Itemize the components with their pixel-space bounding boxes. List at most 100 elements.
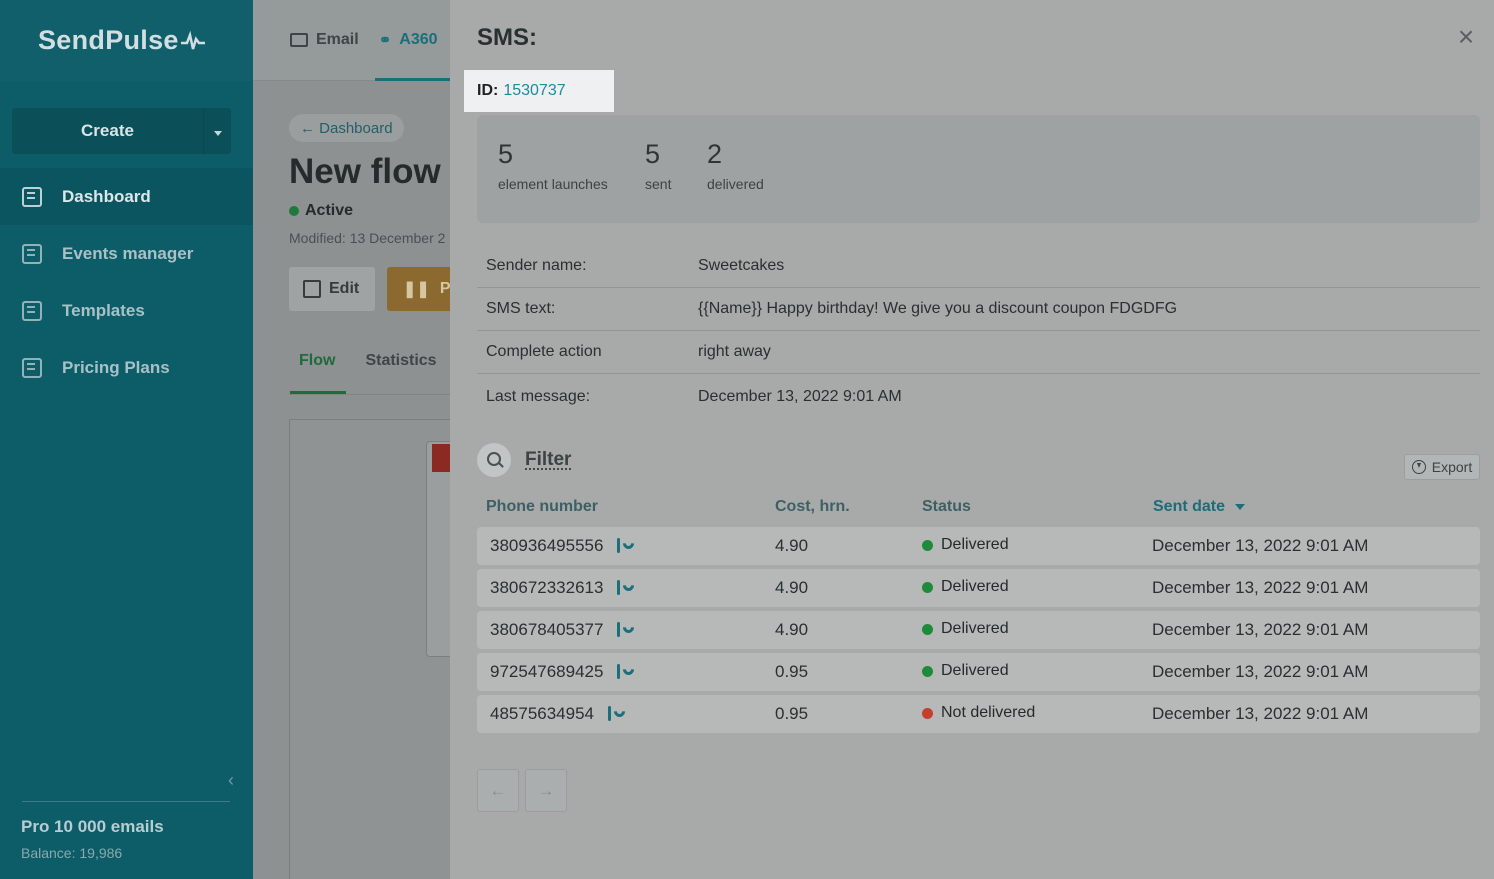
table-row: 380678405377 4.90 Delivered December 13,… (477, 611, 1480, 649)
table-row: 380936495556 4.90 Delivered December 13,… (477, 527, 1480, 565)
edit-button[interactable]: Edit (289, 267, 375, 311)
sidebar-item-templates[interactable]: Templates (0, 282, 253, 339)
status-label: Delivered (941, 536, 1009, 553)
flow-icon: ⚭ (378, 32, 392, 49)
panel-title: SMS: (477, 24, 537, 51)
cell-phone: 48575634954 (490, 704, 622, 724)
sidebar-item-label: Pricing Plans (62, 357, 170, 377)
main-tabs: Flow Statistics (289, 352, 437, 370)
flow-branch-icon[interactable] (615, 621, 631, 639)
table-row: 48575634954 0.95 Not delivered December … (477, 695, 1480, 733)
cell-phone: 972547689425 (490, 662, 631, 682)
stat-label: element launches (498, 176, 608, 192)
status-dot (289, 206, 299, 216)
cell-cost: 4.90 (775, 536, 809, 555)
pause-label: Pa (439, 280, 450, 297)
info-key: Last message: (486, 387, 591, 405)
prev-page-button[interactable]: ← (477, 769, 519, 812)
templates-icon (22, 300, 42, 321)
id-value[interactable]: 1530737 (503, 82, 565, 100)
search-icon[interactable] (477, 443, 511, 477)
create-button[interactable]: Create (12, 108, 203, 154)
flow-status: Active (289, 202, 353, 220)
edit-label: Edit (329, 280, 360, 297)
phone-value: 380936495556 (490, 536, 604, 555)
sidebar-item-pricing-plans[interactable]: Pricing Plans (0, 339, 253, 396)
tab-flow[interactable]: Flow (289, 352, 345, 370)
info-value: right away (698, 343, 771, 360)
next-page-button[interactable]: → (525, 769, 567, 812)
sidebar-item-label: Events manager (62, 243, 194, 263)
status-dot (922, 623, 933, 635)
phone-value: 380672332613 (490, 578, 604, 597)
export-button[interactable]: Export (1404, 454, 1480, 480)
status-dot (922, 539, 933, 551)
close-icon[interactable]: × (1454, 23, 1478, 51)
edit-icon (303, 280, 321, 298)
events-icon (22, 243, 42, 264)
flow-branch-icon[interactable] (615, 663, 631, 681)
create-split-button: Create (12, 108, 231, 154)
info-key: Sender name: (486, 257, 587, 274)
active-nav-underline (375, 78, 450, 81)
column-cost: Cost, hrn. (775, 498, 850, 515)
stat-value: 2 (707, 139, 723, 169)
table-row: 972547689425 0.95 Delivered December 13,… (477, 653, 1480, 691)
sort-desc-icon (1235, 504, 1246, 510)
cell-cost: 4.90 (775, 620, 809, 639)
status-dot (922, 707, 933, 719)
stat-element-launches: 5 element launches (498, 139, 608, 192)
page-title: New flow (289, 152, 441, 191)
phone-value: 972547689425 (490, 662, 604, 681)
stat-value: 5 (498, 139, 514, 169)
cell-phone: 380672332613 (490, 578, 631, 598)
table-row: 380672332613 4.90 Delivered December 13,… (477, 569, 1480, 607)
collapse-sidebar-icon[interactable]: ‹ (228, 770, 240, 790)
pause-button[interactable]: ❚❚ Pa (387, 267, 450, 311)
export-label: Export (1431, 459, 1473, 475)
info-row-sms-text: SMS text: {{Name}} Happy birthday! We gi… (477, 288, 1480, 331)
nav-a360[interactable]: ⚭ A360 (379, 31, 438, 49)
filter-toggle[interactable]: Filter (525, 449, 571, 471)
download-icon (1411, 460, 1426, 474)
tabs-divider (289, 394, 450, 395)
pulse-icon (180, 30, 205, 49)
logo[interactable]: SendPulse (0, 0, 253, 81)
stats-summary: 5 element launches 5 sent 2 delivered (477, 115, 1480, 223)
sidebar-item-dashboard[interactable]: Dashboard (0, 168, 253, 225)
plan-name[interactable]: Pro 10 000 emails (21, 817, 164, 837)
modified-date: Modified: 13 December 2 (289, 230, 446, 246)
cell-status: Delivered (922, 578, 1009, 596)
info-value: Sweetcakes (698, 257, 785, 274)
cell-cost: 0.95 (775, 662, 809, 681)
flow-branch-icon[interactable] (615, 537, 631, 555)
info-row-complete-action: Complete action right away (477, 331, 1480, 374)
sidebar-item-events-manager[interactable]: Events manager (0, 225, 253, 282)
mail-icon (290, 33, 308, 47)
column-phone-number: Phone number (486, 498, 599, 515)
nav-email[interactable]: Email (290, 31, 359, 49)
cell-date: December 13, 2022 9:01 AM (1152, 578, 1369, 597)
create-dropdown-toggle[interactable] (203, 108, 231, 154)
column-sent-date[interactable]: Sent date (1153, 498, 1246, 516)
flow-node-marker (432, 444, 450, 472)
info-key: SMS text: (486, 300, 556, 317)
sidebar-item-label: Dashboard (62, 186, 151, 206)
tab-statistics[interactable]: Statistics (365, 352, 436, 370)
status-dot (922, 581, 933, 593)
sidebar: SendPulse Create Dashboard Events manage… (0, 0, 253, 879)
status-label: Not delivered (941, 704, 1036, 721)
info-row-sender: Sender name: Sweetcakes (477, 245, 1480, 288)
flow-branch-icon[interactable] (615, 579, 631, 597)
breadcrumb[interactable]: ← Dashboard (289, 114, 404, 142)
flow-branch-icon[interactable] (606, 705, 622, 723)
cell-cost: 4.90 (775, 578, 809, 597)
divider (22, 801, 230, 802)
cell-date: December 13, 2022 9:01 AM (1152, 662, 1369, 681)
stat-label: sent (645, 176, 672, 192)
sidebar-item-label: Templates (62, 300, 145, 320)
flow-node[interactable] (426, 441, 450, 657)
flow-status-label: Active (305, 202, 354, 219)
top-nav: Email ⚭ A360 (253, 0, 450, 81)
main-area: Email ⚭ A360 ← Dashboard New flow Active… (253, 0, 450, 879)
